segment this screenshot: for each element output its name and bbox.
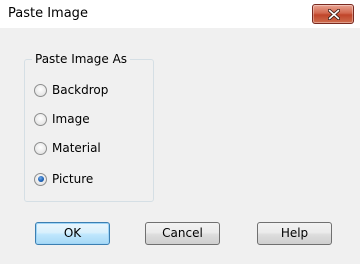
radio-button-material[interactable]: [34, 141, 47, 155]
radio-option-backdrop[interactable]: Backdrop: [34, 82, 108, 98]
radio-option-material[interactable]: Material: [34, 140, 101, 156]
radio-option-picture[interactable]: Picture: [34, 171, 93, 187]
group-label: Paste Image As: [32, 52, 131, 66]
radio-button-picture[interactable]: [34, 172, 47, 186]
radio-option-image[interactable]: Image: [34, 111, 90, 127]
close-icon: [328, 9, 340, 20]
radio-label-material[interactable]: Material: [52, 141, 101, 155]
ok-button[interactable]: OK: [35, 222, 110, 245]
title-bar: Paste Image: [0, 0, 360, 28]
radio-button-image[interactable]: [34, 112, 47, 126]
dialog-title: Paste Image: [8, 6, 88, 21]
radio-button-backdrop[interactable]: [34, 83, 47, 97]
radio-label-image[interactable]: Image: [52, 112, 90, 126]
help-button[interactable]: Help: [257, 222, 332, 245]
radio-label-backdrop[interactable]: Backdrop: [52, 83, 108, 97]
close-button[interactable]: [312, 4, 354, 24]
cancel-button[interactable]: Cancel: [145, 222, 220, 245]
paste-image-dialog: Paste Image Paste Image As Backdrop Imag…: [0, 0, 360, 264]
radio-label-picture[interactable]: Picture: [52, 172, 93, 186]
